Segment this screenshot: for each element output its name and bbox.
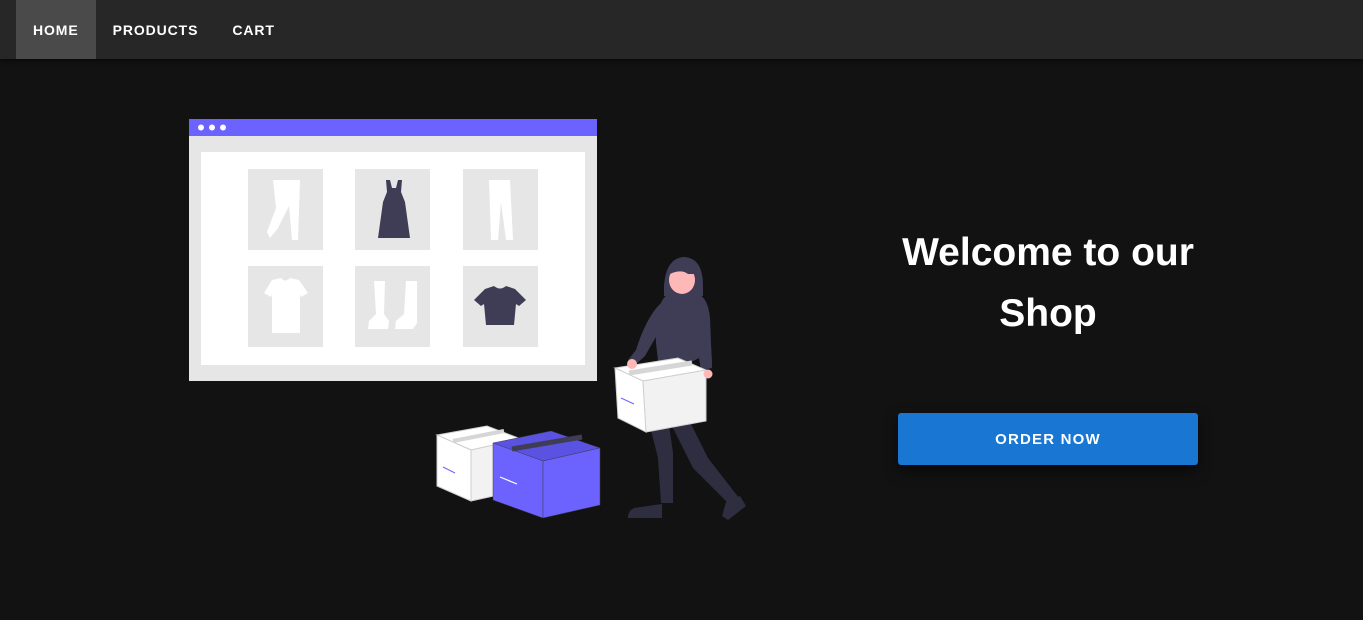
welcome-headline: Welcome to our Shop [902, 231, 1194, 335]
top-navbar: HOME PRODUCTS CART [0, 0, 1363, 59]
nav-cart[interactable]: CART [215, 0, 291, 59]
person-graphic [613, 257, 746, 520]
nav-products[interactable]: PRODUCTS [96, 0, 216, 59]
boxes-graphic [435, 425, 601, 519]
nav-home[interactable]: HOME [16, 0, 96, 59]
online-shopping-illustration [189, 119, 746, 520]
browser-window-graphic [189, 119, 597, 381]
order-now-button[interactable]: ORDER NOW [898, 413, 1198, 465]
